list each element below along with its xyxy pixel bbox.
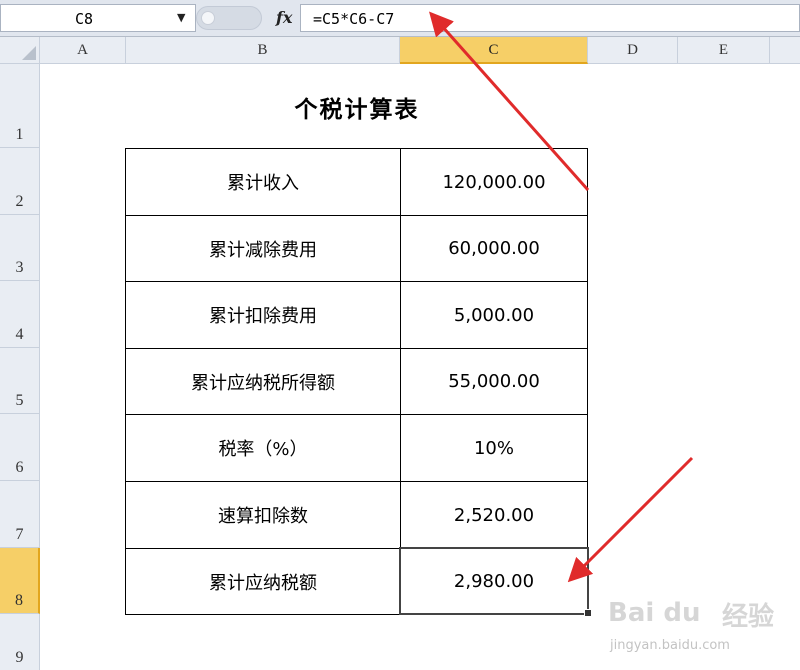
watermark-url: jingyan.baidu.com (610, 638, 730, 653)
row-header-5[interactable]: 5 (0, 348, 40, 414)
row-number: 2 (15, 193, 24, 210)
baidu-watermark: Bai du 经验 jingyan.baidu.com (604, 594, 800, 670)
table-label-cell[interactable]: 累计收入 (125, 148, 401, 216)
column-header-c[interactable]: C (400, 37, 588, 64)
row-number: 8 (15, 592, 23, 609)
row-header-4[interactable]: 4 (0, 281, 40, 348)
table-value-cell[interactable]: 60,000.00 (400, 215, 588, 282)
name-box-value: C8 (75, 10, 94, 28)
row-number: 9 (15, 649, 24, 666)
watermark-brand: Bai du (608, 598, 701, 628)
row-number: 6 (15, 459, 24, 476)
fill-handle[interactable] (584, 609, 592, 617)
formula-bar-resize-handle[interactable] (196, 6, 262, 30)
table-label-cell[interactable]: 累计扣除费用 (125, 281, 401, 349)
row-header-9[interactable]: 9 (0, 614, 40, 670)
watermark-subbrand: 经验 (722, 602, 775, 632)
column-header-e[interactable]: E (678, 37, 770, 64)
table-value-cell[interactable]: 5,000.00 (400, 281, 588, 349)
row-header-6[interactable]: 6 (0, 414, 40, 481)
formula-text: =C5*C6-C7 (313, 10, 395, 28)
row-header-7[interactable]: 7 (0, 481, 40, 548)
row-header-2[interactable]: 2 (0, 148, 40, 215)
column-header-d[interactable]: D (588, 37, 678, 64)
select-all-button[interactable] (0, 37, 40, 64)
row-number: 5 (15, 392, 24, 409)
table-label-cell[interactable]: 累计应纳税额 (125, 548, 401, 615)
table-value-cell[interactable]: 2,520.00 (400, 481, 588, 549)
table-label-cell[interactable]: 税率（%） (125, 414, 401, 482)
formula-bar: C8 ▼ fx =C5*C6-C7 (0, 0, 800, 37)
active-cell-c8[interactable]: 2,980.00 (399, 547, 589, 615)
insert-function-button[interactable]: fx (276, 8, 292, 27)
column-header-f[interactable] (770, 37, 800, 64)
table-value-cell[interactable]: 10% (400, 414, 588, 482)
select-all-icon (22, 46, 36, 60)
row-header-8[interactable]: 8 (0, 548, 40, 614)
arrow-to-result-cell (567, 456, 694, 583)
table-value-cell[interactable]: 55,000.00 (400, 348, 588, 415)
name-box[interactable]: C8 ▼ (0, 4, 196, 32)
chevron-down-icon[interactable]: ▼ (177, 11, 185, 24)
table-label-cell[interactable]: 速算扣除数 (125, 481, 401, 549)
column-header-a[interactable]: A (40, 37, 126, 64)
row-number: 3 (15, 259, 24, 276)
row-number: 7 (15, 526, 24, 543)
formula-input[interactable]: =C5*C6-C7 (300, 4, 800, 32)
table-label-cell[interactable]: 累计应纳税所得额 (125, 348, 401, 415)
table-label-cell[interactable]: 累计减除费用 (125, 215, 401, 282)
row-number: 1 (15, 126, 24, 143)
row-header-1[interactable]: 1 (0, 64, 40, 148)
resize-knob-icon (201, 11, 215, 25)
table-value-cell[interactable]: 120,000.00 (400, 148, 588, 216)
row-number: 4 (15, 326, 24, 343)
column-header-b[interactable]: B (126, 37, 400, 64)
row-header-3[interactable]: 3 (0, 215, 40, 281)
sheet-title: 个税计算表 (294, 97, 420, 123)
